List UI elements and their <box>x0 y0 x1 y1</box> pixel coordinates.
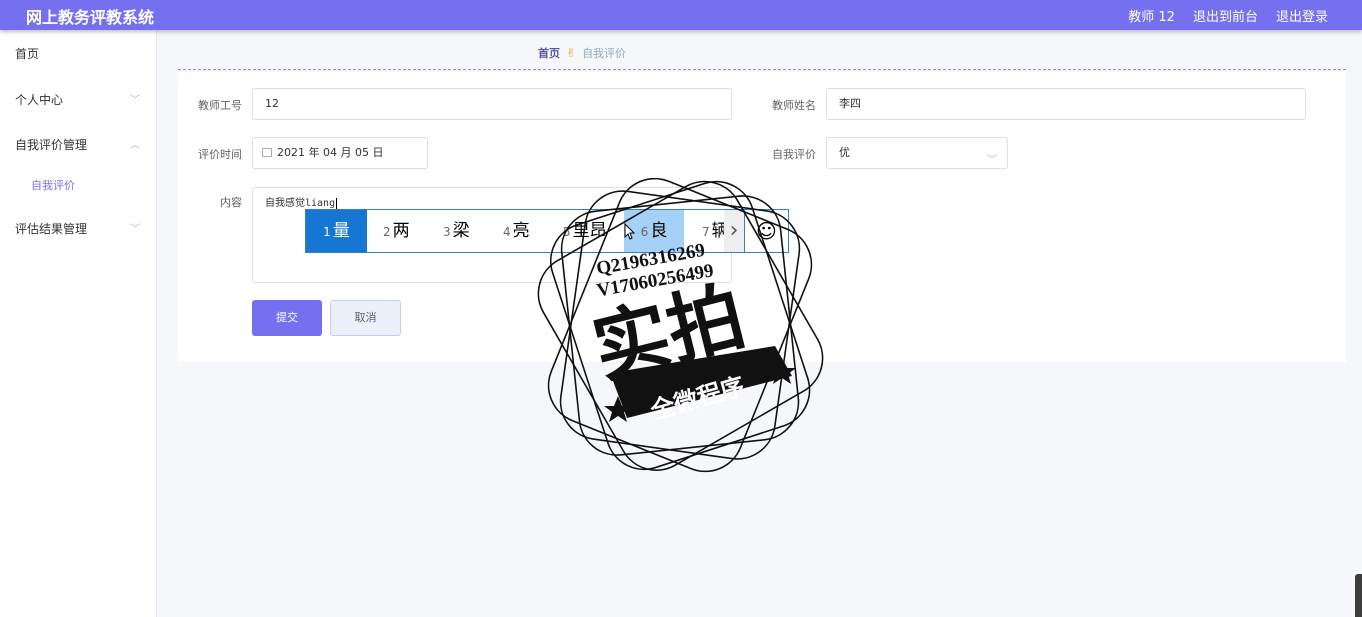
self-eval-select[interactable]: 优 ﹀ <box>826 137 1008 169</box>
sidebar-subitem-self-eval[interactable]: 自我评价 <box>31 177 75 193</box>
mouse-pointer-icon <box>624 223 636 240</box>
ime-candidate-text: 亮 <box>512 221 530 241</box>
breadcrumb-home[interactable]: 首页 <box>538 45 560 61</box>
teacher-id-label: 教师工号 <box>198 99 242 112</box>
cancel-button-label: 取消 <box>354 311 377 324</box>
ime-candidate-number: 1 <box>323 225 331 239</box>
self-eval-label: 自我评价 <box>772 148 816 161</box>
sidebar-item-label: 评估结果管理 <box>15 222 88 236</box>
sidebar-item-label: 个人中心 <box>15 93 64 107</box>
scroll-handle[interactable] <box>1355 574 1362 617</box>
eval-time-datepicker[interactable]: 2021 年 04 月 05 日 <box>252 137 428 169</box>
self-eval-value: 优 <box>839 146 850 159</box>
user-label[interactable]: 教师 12 <box>1128 6 1175 25</box>
sidebar-item-personal-center[interactable]: 个人中心 ﹀ <box>15 91 140 108</box>
divider <box>178 69 1346 70</box>
ime-candidate-number: 3 <box>443 225 451 239</box>
watermark-stamp: Q2196316269 V17060256499 实拍 全微程序 <box>537 178 824 473</box>
teacher-name-value: 李四 <box>839 97 861 110</box>
chevron-down-icon: ﹀ <box>987 155 997 166</box>
sidebar-item-label: 自我评价管理 <box>15 138 88 152</box>
chevron-down-icon: ﹀ <box>130 95 140 106</box>
sidebar-item-self-eval-management[interactable]: 自我评价管理 ︿ <box>15 136 140 153</box>
content-label: 内容 <box>220 196 242 209</box>
ime-candidate[interactable]: 2两 <box>383 210 410 252</box>
text-cursor <box>336 198 338 209</box>
sidebar-item-home[interactable]: 首页 <box>15 45 140 62</box>
logout-link[interactable]: 退出登录 <box>1276 6 1328 25</box>
submit-button-label: 提交 <box>276 311 298 324</box>
breadcrumb-current: 自我评价 <box>582 47 627 60</box>
cancel-button[interactable]: 取消 <box>330 300 401 336</box>
chevron-up-icon: ︿ <box>130 140 140 151</box>
ime-candidate[interactable]: 3梁 <box>443 210 470 252</box>
top-bar: 网上教务评教系统 教师 12 退出到前台 退出登录 <box>0 0 1362 30</box>
breadcrumb: 首页 ✌ 自我评价 <box>538 45 626 61</box>
calendar-icon <box>262 148 272 157</box>
content-value: 自我感觉liang <box>265 198 336 209</box>
ime-candidate-text: 量 <box>332 221 350 241</box>
app-title: 网上教务评教系统 <box>26 8 155 27</box>
ime-candidate-number: 4 <box>503 225 511 239</box>
sidebar-item-label: 首页 <box>15 47 40 61</box>
hand-icon: ✌ <box>566 46 577 60</box>
ime-candidate-text: 两 <box>392 221 410 241</box>
submit-button[interactable]: 提交 <box>252 300 322 336</box>
chevron-down-icon: ﹀ <box>130 224 140 235</box>
sidebar-item-result-management[interactable]: 评估结果管理 ﹀ <box>15 220 140 237</box>
teacher-name-input[interactable]: 李四 <box>826 88 1306 120</box>
teacher-id-input[interactable]: 12 <box>252 88 732 120</box>
teacher-name-label: 教师姓名 <box>772 99 816 112</box>
ime-candidate[interactable]: 4亮 <box>503 210 530 252</box>
ime-candidate-text: 梁 <box>452 221 470 241</box>
exit-to-frontend-link[interactable]: 退出到前台 <box>1193 6 1258 25</box>
ime-candidate-number: 2 <box>383 225 391 239</box>
sidebar-subitem-label: 自我评价 <box>31 179 75 192</box>
teacher-id-value: 12 <box>265 97 279 110</box>
sidebar: 首页 个人中心 ﹀ 自我评价管理 ︿ 自我评价 评估结果管理 ﹀ <box>0 30 157 617</box>
ime-candidate[interactable]: 1量 <box>306 210 367 252</box>
header-links: 教师 12 退出到前台 退出登录 <box>1128 6 1328 25</box>
eval-time-value: 2021 年 04 月 05 日 <box>277 146 384 159</box>
eval-time-label: 评价时间 <box>198 148 242 161</box>
